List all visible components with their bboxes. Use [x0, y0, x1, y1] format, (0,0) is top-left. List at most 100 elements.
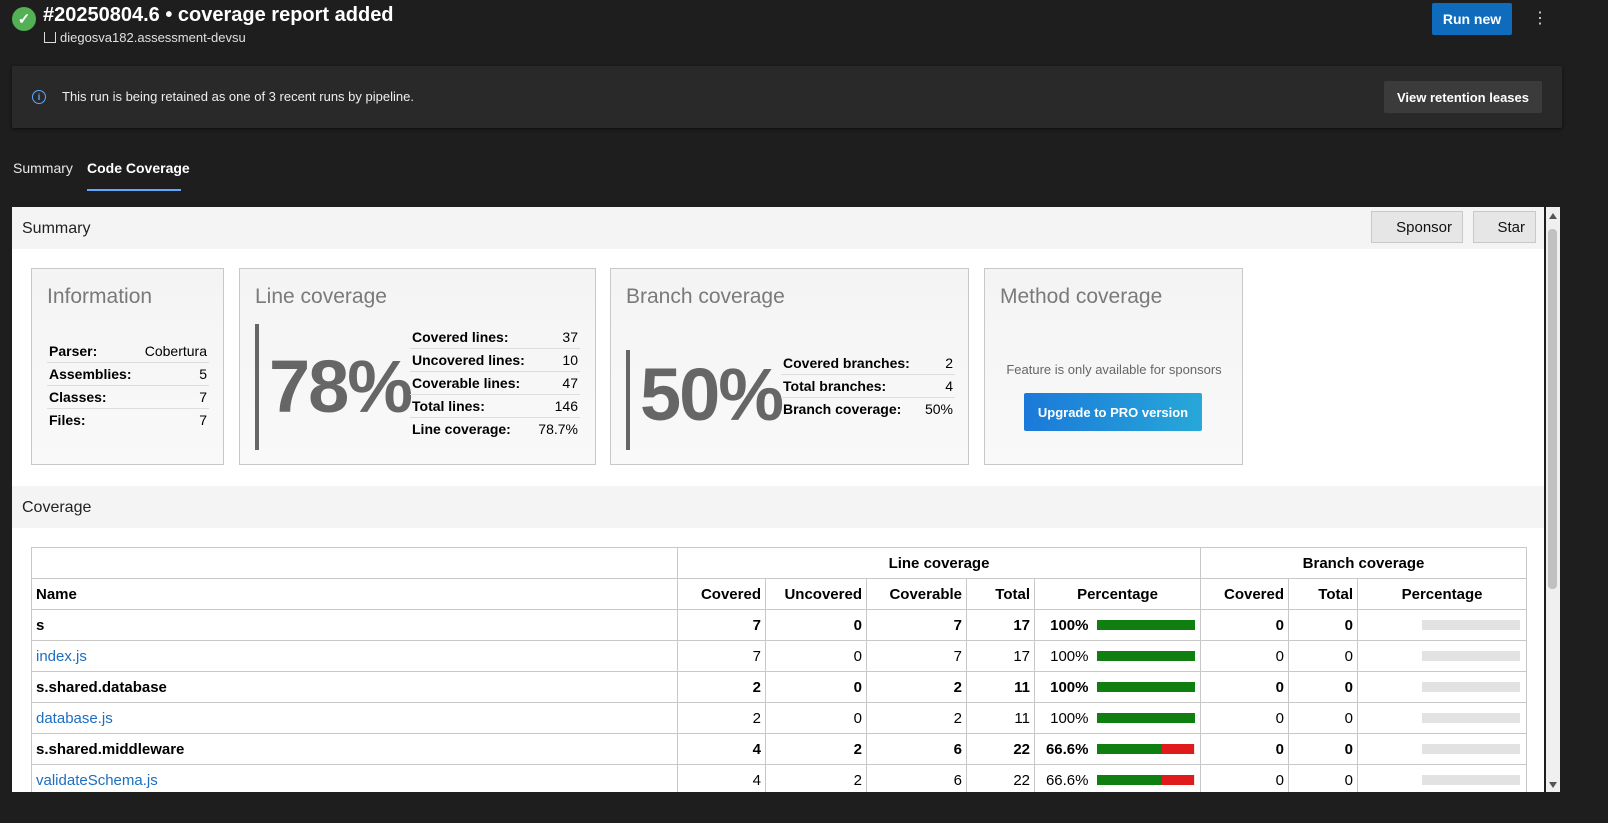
banner-message: This run is being retained as one of 3 r…: [62, 89, 414, 104]
run-header: ✓ #20250804.6 • coverage report added di…: [12, 2, 1608, 50]
file-link[interactable]: validateSchema.js: [36, 772, 158, 789]
covered-cell: 7: [677, 609, 766, 641]
row-name-cell: validateSchema.js: [31, 764, 678, 792]
line-row: Covered lines: 37: [410, 326, 580, 349]
line-percentage-cell: 100%: [1034, 640, 1093, 672]
line-percentage-cell: 100%: [1034, 609, 1093, 641]
branch-covered-column-header[interactable]: Covered: [1200, 578, 1290, 610]
branch-percentage-column-header[interactable]: Percentage: [1357, 578, 1528, 610]
row-name-cell: s.shared.database: [31, 671, 678, 703]
info-value: 7: [138, 385, 209, 409]
file-link[interactable]: index.js: [36, 648, 87, 665]
star-button[interactable]: Star: [1473, 211, 1536, 243]
info-key: Classes:: [47, 385, 139, 409]
run-new-button[interactable]: Run new: [1432, 3, 1512, 35]
covered-bar-segment: [1096, 775, 1162, 785]
branch-total-cell: 0: [1288, 640, 1359, 672]
name-column-header[interactable]: Name: [31, 578, 678, 610]
information-card: Information Parser: Cobertura Assemblies:…: [31, 268, 224, 465]
line-key: Coverable lines:: [410, 371, 534, 395]
line-coverage-card: Line coverage 78% Covered lines: 37 Uncov…: [239, 268, 596, 465]
coverable-cell: 7: [866, 640, 967, 672]
line-coverage-bar-cell: [1092, 733, 1202, 765]
percentage-column-header[interactable]: Percentage: [1033, 578, 1202, 610]
uncovered-bar-segment: [1161, 744, 1195, 754]
repo-link[interactable]: diegosva182.assessment-devsu: [44, 30, 246, 45]
info-row: Parser: Cobertura: [47, 340, 209, 363]
branch-value: 2: [920, 352, 955, 375]
scroll-up-arrow-icon[interactable]: [1549, 213, 1557, 219]
line-value: 37: [533, 326, 580, 349]
tab-summary[interactable]: Summary: [13, 160, 73, 176]
information-table: Parser: Cobertura Assemblies: 5 Classes: 7 …: [47, 340, 209, 431]
branch-coverage-bar: [1422, 713, 1521, 723]
info-row: Classes: 7: [47, 385, 209, 409]
branch-total-cell: 0: [1288, 702, 1359, 734]
total-cell: 11: [966, 671, 1035, 703]
branch-percentage-cell: [1357, 640, 1416, 672]
summary-header: Summary Sponsor Star: [12, 207, 1544, 249]
repo-name: diegosva182.assessment-devsu: [60, 30, 246, 45]
branch-coverage-title: Branch coverage: [626, 285, 785, 308]
branch-coverage-bar-cell: [1415, 609, 1528, 641]
uncovered-column-header[interactable]: Uncovered: [765, 578, 867, 610]
branch-key: Total branches:: [781, 374, 921, 398]
total-cell: 17: [966, 640, 1035, 672]
uncovered-cell: 0: [765, 671, 867, 703]
row-name-cell: index.js: [31, 640, 678, 672]
branch-coverage-bar: [1422, 744, 1521, 754]
covered-column-header[interactable]: Covered: [677, 578, 766, 610]
column-header-row: Name Covered Uncovered Coverable Total P…: [31, 578, 1528, 610]
branch-total-column-header[interactable]: Total: [1288, 578, 1359, 610]
covered-bar-segment: [1096, 744, 1162, 754]
branch-row: Branch coverage: 50%: [781, 398, 955, 421]
uncovered-cell: 0: [765, 609, 867, 641]
covered-cell: 4: [677, 764, 766, 792]
covered-cell: 2: [677, 702, 766, 734]
branch-coverage-bar-cell: [1415, 764, 1528, 792]
more-actions-icon[interactable]: ⋮: [1532, 8, 1548, 28]
method-coverage-title: Method coverage: [1000, 285, 1163, 308]
branch-total-cell: 0: [1288, 733, 1359, 765]
coverage-report: Summary Sponsor Star Information Parser:…: [12, 207, 1544, 792]
info-value: Cobertura: [138, 340, 209, 363]
success-check-icon: ✓: [12, 7, 36, 31]
info-key: Assemblies:: [47, 362, 139, 386]
line-key: Uncovered lines:: [410, 348, 534, 372]
retention-banner: i This run is being retained as one of 3…: [12, 66, 1562, 128]
info-row: Assemblies: 5: [47, 362, 209, 386]
branch-coverage-bar: [1422, 620, 1521, 630]
branch-key: Covered branches:: [781, 352, 921, 375]
line-coverage-bar: [1096, 682, 1195, 692]
vertical-scrollbar[interactable]: [1546, 207, 1560, 792]
line-key: Covered lines:: [410, 326, 534, 349]
line-coverage-bar: [1096, 620, 1195, 630]
row-name-cell: s: [31, 609, 678, 641]
view-retention-leases-button[interactable]: View retention leases: [1384, 81, 1542, 113]
total-column-header[interactable]: Total: [966, 578, 1035, 610]
summary-title: Summary: [22, 220, 91, 237]
scroll-thumb[interactable]: [1548, 229, 1557, 589]
tab-code-coverage[interactable]: Code Coverage: [87, 160, 190, 176]
covered-bar-segment: [1096, 682, 1195, 692]
branch-value: 50%: [924, 401, 953, 417]
covered-bar-segment: [1096, 651, 1195, 661]
info-value: 7: [199, 412, 207, 428]
active-tab-indicator: [87, 189, 181, 191]
file-link[interactable]: database.js: [36, 710, 113, 727]
repo-icon: [44, 32, 56, 43]
line-coverage-bar: [1096, 775, 1195, 785]
coverable-column-header[interactable]: Coverable: [866, 578, 967, 610]
total-cell: 17: [966, 609, 1035, 641]
upgrade-pro-button[interactable]: Upgrade to PRO version: [1024, 393, 1202, 431]
row-name-cell: database.js: [31, 702, 678, 734]
method-coverage-card: Method coverage Feature is only availabl…: [984, 268, 1243, 465]
scroll-down-arrow-icon[interactable]: [1549, 782, 1557, 788]
assembly-row: s 7 0 7 17 100% 0 0: [31, 609, 1528, 641]
line-coverage-bar-cell: [1092, 640, 1202, 672]
branch-covered-cell: 0: [1200, 609, 1290, 641]
line-coverage-title: Line coverage: [255, 285, 387, 308]
branch-coverage-bar-cell: [1415, 671, 1528, 703]
line-value: 10: [533, 348, 580, 372]
sponsor-button[interactable]: Sponsor: [1371, 211, 1463, 243]
